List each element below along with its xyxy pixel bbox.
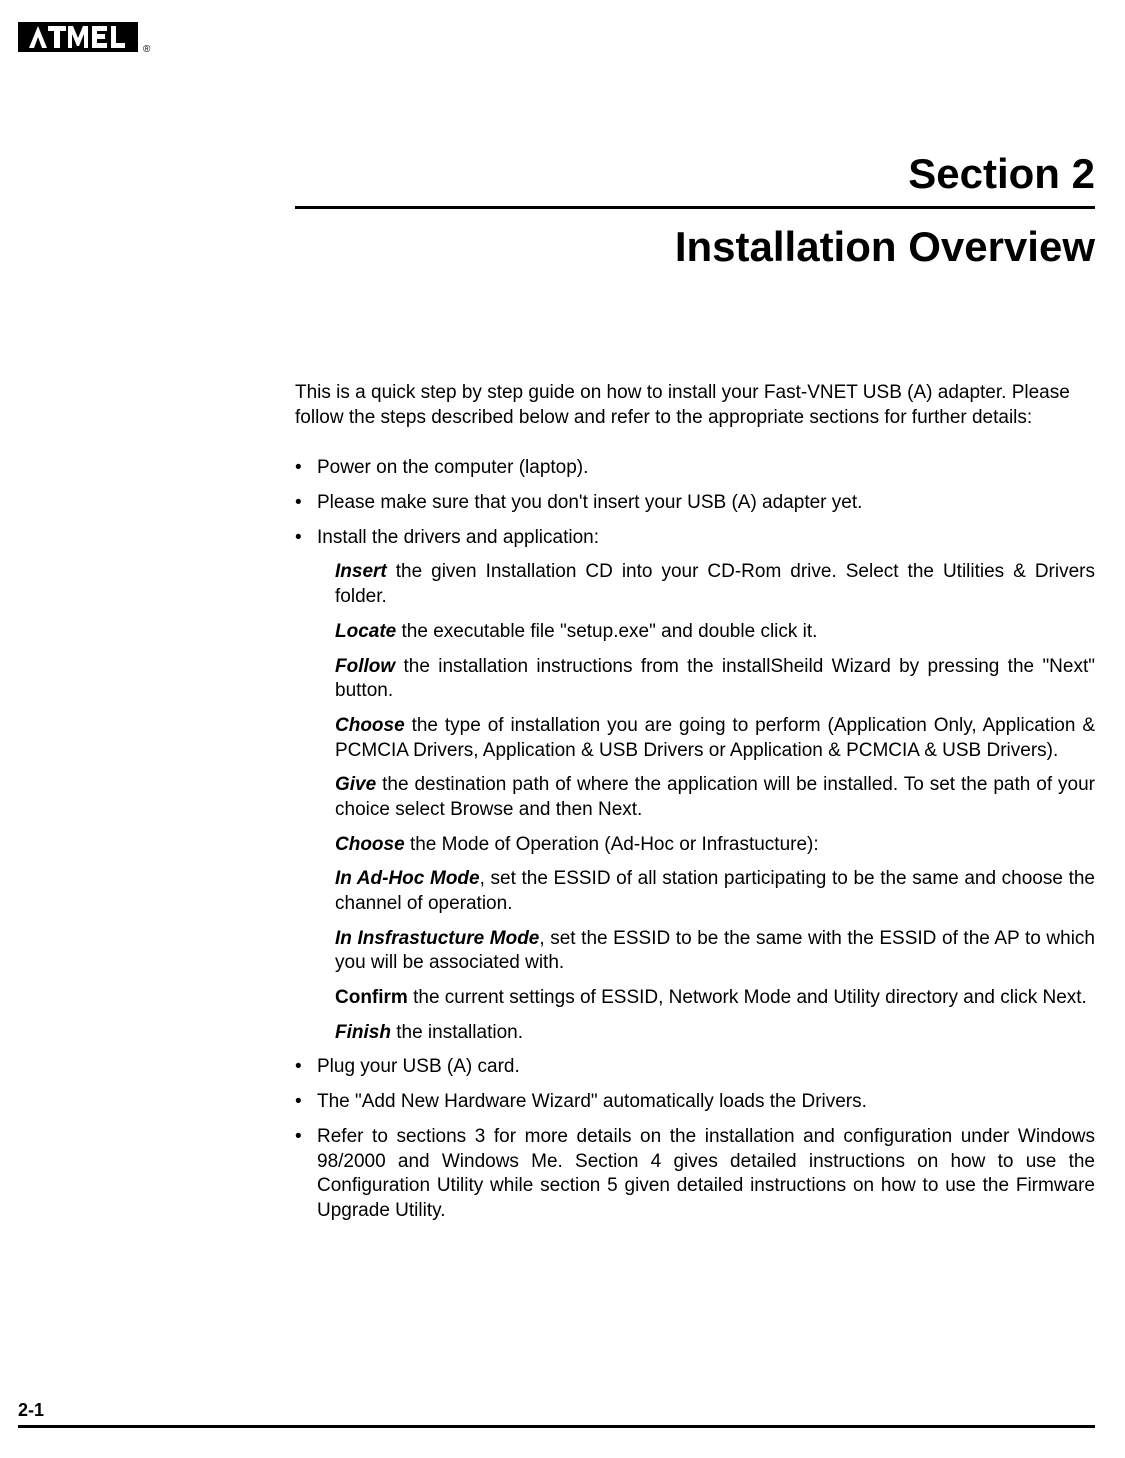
keyword: In Insfrastucture Mode — [335, 928, 539, 949]
sub-text: the executable file "setup.exe" and doub… — [396, 621, 817, 642]
instruction-list: Power on the computer (laptop). Please m… — [295, 456, 1095, 1223]
sub-item: In Ad-Hoc Mode, set the ESSID of all sta… — [335, 867, 1095, 916]
sub-item: Confirm the current settings of ESSID, N… — [335, 986, 1095, 1011]
list-item: Install the drivers and application: Ins… — [295, 526, 1095, 1046]
sub-text: the installation instructions from the i… — [335, 656, 1095, 702]
sub-item: Follow the installation instructions fro… — [335, 655, 1095, 704]
keyword: Give — [335, 774, 376, 795]
page-content: Section 2 Installation Overview This is … — [295, 150, 1095, 1234]
sub-item: Locate the executable file "setup.exe" a… — [335, 620, 1095, 645]
sub-text: the destination path of where the applic… — [335, 774, 1095, 820]
sub-item: Give the destination path of where the a… — [335, 773, 1095, 822]
list-item: Plug your USB (A) card. — [295, 1055, 1095, 1080]
list-item-text: Install the drivers and application: — [317, 527, 599, 548]
svg-text:®: ® — [143, 44, 151, 55]
sub-item: Insert the given Installation CD into yo… — [335, 560, 1095, 609]
footer-divider — [18, 1425, 1095, 1428]
keyword: Choose — [335, 715, 405, 736]
sub-item: Choose the Mode of Operation (Ad-Hoc or … — [335, 833, 1095, 858]
sub-text: the given Installation CD into your CD-R… — [335, 561, 1095, 607]
keyword: Insert — [335, 561, 387, 582]
page-footer: 2-1 — [18, 1400, 1095, 1428]
sub-text: the installation. — [391, 1022, 523, 1043]
sub-text: the current settings of ESSID, Network M… — [408, 987, 1087, 1008]
keyword: Confirm — [335, 987, 408, 1008]
keyword: Locate — [335, 621, 396, 642]
keyword: Finish — [335, 1022, 391, 1043]
sub-item: Choose the type of installation you are … — [335, 714, 1095, 763]
section-divider — [295, 206, 1095, 209]
page-number: 2-1 — [18, 1400, 1095, 1421]
sub-text: the Mode of Operation (Ad-Hoc or Infrast… — [405, 834, 819, 855]
list-item: Refer to sections 3 for more details on … — [295, 1125, 1095, 1224]
section-title: Installation Overview — [295, 223, 1095, 271]
sub-instructions: Insert the given Installation CD into yo… — [317, 560, 1095, 1045]
sub-item: Finish the installation. — [335, 1021, 1095, 1046]
section-label: Section 2 — [295, 150, 1095, 198]
intro-paragraph: This is a quick step by step guide on ho… — [295, 381, 1095, 430]
list-item: Power on the computer (laptop). — [295, 456, 1095, 481]
sub-text: the type of installation you are going t… — [335, 715, 1095, 761]
keyword: Choose — [335, 834, 405, 855]
atmel-logo: ® — [18, 18, 158, 60]
list-item: Please make sure that you don't insert y… — [295, 491, 1095, 516]
keyword: In Ad-Hoc Mode — [335, 868, 480, 889]
list-item: The "Add New Hardware Wizard" automatica… — [295, 1090, 1095, 1115]
keyword: Follow — [335, 656, 395, 677]
sub-item: In Insfrastucture Mode, set the ESSID to… — [335, 927, 1095, 976]
